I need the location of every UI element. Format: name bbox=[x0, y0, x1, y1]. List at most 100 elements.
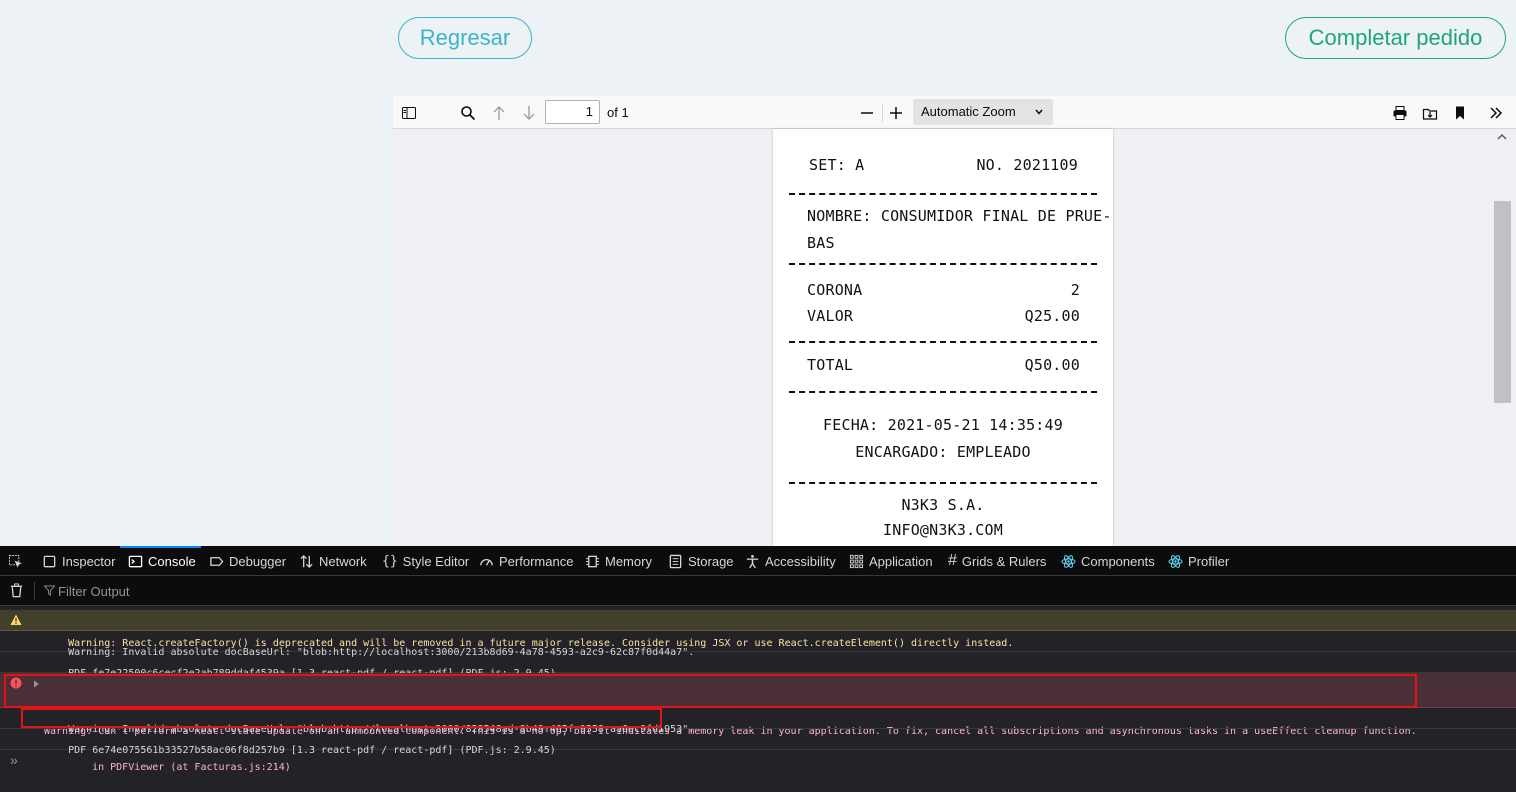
message-text: PDF 6e74e075561b33527b58ac06f8d257b9 [1.… bbox=[68, 745, 556, 756]
item-quantity: 2 bbox=[1070, 281, 1080, 299]
tab-label: Style Editor bbox=[402, 553, 470, 569]
tab-label: Inspector bbox=[62, 553, 116, 569]
chevron-down-icon bbox=[1035, 109, 1043, 115]
tab-performance[interactable]: Performance bbox=[479, 546, 573, 576]
divider bbox=[789, 482, 1097, 484]
complete-order-button[interactable]: Completar pedido bbox=[1285, 17, 1506, 59]
tab-accessibility[interactable]: Accessibility bbox=[745, 546, 836, 576]
value-amount: Q25.00 bbox=[1024, 307, 1080, 325]
tab-storage[interactable]: Storage bbox=[668, 546, 734, 576]
gauge-icon bbox=[480, 558, 493, 566]
tab-label: Grids & Rulers bbox=[961, 553, 1047, 569]
filter-icon bbox=[44, 585, 55, 596]
react-icon bbox=[1168, 554, 1183, 568]
separator bbox=[34, 582, 35, 600]
message-stack: in PDFViewer (at Facturas.js:214) bbox=[68, 762, 291, 773]
sidebar-toggle-icon[interactable] bbox=[398, 102, 420, 124]
pdf-page: SET: A NO. 2021109 NOMBRE: CONSUMIDOR FI… bbox=[773, 129, 1113, 546]
tab-profiler[interactable]: Profiler bbox=[1168, 546, 1229, 576]
tab-label: Application bbox=[869, 553, 933, 569]
page-total-label: of 1 bbox=[607, 105, 629, 120]
zoom-select[interactable]: Automatic Zoom bbox=[913, 99, 1053, 125]
page-area: Regresar Completar pedido 1 of 1 Automat… bbox=[0, 0, 1516, 546]
tab-application[interactable]: Application bbox=[849, 546, 933, 576]
pdf-toolbar: 1 of 1 Automatic Zoom bbox=[393, 96, 1516, 129]
console-prompt[interactable]: » bbox=[10, 752, 18, 768]
tab-network[interactable]: Network bbox=[299, 546, 367, 576]
console-message-log: PDF fe7e22500c6cecf2e2ab789ddaf4539a [1.… bbox=[0, 652, 1516, 679]
tab-console[interactable]: Console bbox=[120, 546, 201, 576]
value-label: VALOR bbox=[807, 307, 854, 325]
receipt-name-line1: NOMBRE: CONSUMIDOR FINAL DE PRUE- bbox=[807, 207, 1112, 225]
receipt-number: NO. 2021109 bbox=[976, 156, 1078, 174]
storage-icon bbox=[669, 554, 682, 568]
tab-label: Memory bbox=[605, 553, 652, 569]
tab-label: Storage bbox=[688, 553, 734, 569]
element-picker-icon[interactable] bbox=[8, 546, 23, 576]
save-icon[interactable] bbox=[1419, 102, 1441, 124]
pdf-viewer: 1 of 1 Automatic Zoom SET: A NO. 2021109… bbox=[393, 96, 1516, 546]
zoom-select-value: Automatic Zoom bbox=[921, 104, 1016, 119]
receipt-name-line2: BAS bbox=[807, 234, 835, 252]
tab-label: Accessibility bbox=[765, 553, 836, 569]
console-filter-bar: Filter Output bbox=[0, 576, 1516, 606]
divider bbox=[789, 263, 1097, 265]
tab-label: Profiler bbox=[1188, 553, 1230, 569]
bookmark-icon[interactable] bbox=[1449, 102, 1471, 124]
divider bbox=[789, 391, 1097, 393]
toolbar-separator bbox=[882, 104, 883, 122]
tab-style-editor[interactable]: {} Style Editor bbox=[382, 546, 469, 576]
company-email: INFO@N3K3.COM bbox=[883, 521, 1003, 539]
highlight-box-docbaseurl bbox=[21, 708, 662, 728]
console-icon bbox=[128, 555, 143, 567]
network-icon bbox=[300, 554, 313, 568]
print-icon[interactable] bbox=[1389, 102, 1411, 124]
receipt-date: FECHA: 2021-05-21 14:35:49 bbox=[823, 416, 1063, 434]
tab-label: Network bbox=[319, 553, 367, 569]
item-name: CORONA bbox=[807, 281, 863, 299]
company-name: N3K3 S.A. bbox=[901, 496, 985, 514]
console-message-log: PDF 6e74e075561b33527b58ac06f8d257b9 [1.… bbox=[0, 729, 1516, 756]
divider bbox=[789, 193, 1097, 195]
console-output: Warning: React.createFactory() is deprec… bbox=[0, 610, 1516, 792]
devtools-tabbar: Inspector Console Debugger Network {} St… bbox=[0, 546, 1516, 576]
react-icon bbox=[1061, 554, 1076, 568]
divider bbox=[789, 341, 1097, 343]
tab-label: Console bbox=[148, 553, 196, 569]
tab-grids-rulers[interactable]: # Grids & Rulers bbox=[948, 546, 1046, 576]
next-page-icon[interactable] bbox=[518, 102, 540, 124]
console-message-log: Warning: Invalid absolute docBaseUrl: "b… bbox=[0, 631, 1516, 658]
back-button[interactable]: Regresar bbox=[398, 17, 532, 59]
console-message-warning: Warning: React.createFactory() is deprec… bbox=[0, 610, 1516, 649]
tab-label: Performance bbox=[499, 553, 574, 569]
tab-components[interactable]: Components bbox=[1061, 546, 1155, 576]
scroll-up-icon[interactable] bbox=[1497, 132, 1507, 142]
tab-label: Components bbox=[1081, 553, 1155, 569]
trash-icon[interactable] bbox=[9, 583, 24, 598]
page-number-input[interactable]: 1 bbox=[545, 100, 600, 124]
tools-menu-icon[interactable] bbox=[1485, 102, 1507, 124]
warning-icon bbox=[10, 614, 22, 625]
pdf-scrollbar[interactable] bbox=[1494, 129, 1516, 546]
zoom-out-icon[interactable] bbox=[856, 102, 878, 124]
filter-output-input[interactable]: Filter Output bbox=[58, 584, 130, 599]
tab-inspector[interactable]: Inspector bbox=[42, 546, 115, 576]
search-icon[interactable] bbox=[457, 102, 479, 124]
hash-icon: # bbox=[948, 552, 957, 569]
receipt-attendant: ENCARGADO: EMPLEADO bbox=[855, 443, 1031, 461]
receipt-set: SET: A bbox=[809, 156, 865, 174]
memory-chip-icon bbox=[585, 555, 600, 567]
debugger-icon bbox=[210, 556, 224, 566]
tab-memory[interactable]: Memory bbox=[585, 546, 652, 576]
inspector-icon bbox=[43, 555, 56, 567]
zoom-in-icon[interactable] bbox=[885, 102, 907, 124]
accessibility-icon bbox=[746, 554, 759, 568]
devtools-panel: Inspector Console Debugger Network {} St… bbox=[0, 546, 1516, 792]
tab-debugger[interactable]: Debugger bbox=[209, 546, 286, 576]
highlight-box-error bbox=[4, 674, 1417, 708]
total-amount: Q50.00 bbox=[1024, 356, 1080, 374]
scrollbar-thumb[interactable] bbox=[1494, 201, 1511, 403]
total-label: TOTAL bbox=[807, 356, 854, 374]
previous-page-icon[interactable] bbox=[488, 102, 510, 124]
tab-label: Debugger bbox=[229, 553, 287, 569]
